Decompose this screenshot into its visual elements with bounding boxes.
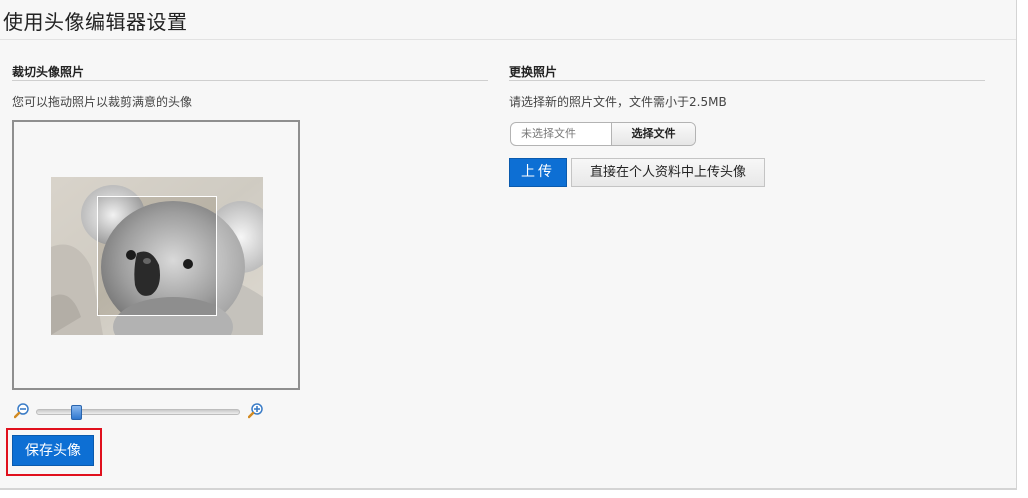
choose-file-button[interactable]: 选择文件 [611,123,695,145]
zoom-slider-track[interactable] [36,409,240,415]
page-title: 使用头像编辑器设置 [3,10,188,34]
title-divider [0,39,1016,40]
avatar-photo[interactable] [51,177,263,335]
replace-section-divider [509,80,985,81]
crop-section-divider [12,80,488,81]
crop-hint: 您可以拖动照片以裁剪满意的头像 [12,95,193,109]
file-picker[interactable]: 未选择文件 选择文件 [510,122,696,146]
crop-area[interactable] [12,120,300,390]
replace-hint: 请选择新的照片文件，文件需小于2.5MB [509,95,727,109]
zoom-out-icon[interactable] [13,403,30,419]
crop-selection-frame[interactable] [97,196,217,316]
zoom-slider-handle[interactable] [70,405,82,420]
zoom-in-icon[interactable] [247,403,264,419]
replace-section-title: 更换照片 [509,65,558,79]
save-avatar-button[interactable]: 保存头像 [12,435,94,466]
avatar-editor-panel: 使用头像编辑器设置 裁切头像照片 您可以拖动照片以裁剪满意的头像 保存头像 更换… [0,0,1017,490]
upload-button[interactable]: 上传 [509,158,567,187]
upload-from-profile-button[interactable]: 直接在个人资料中上传头像 [571,158,765,187]
file-status-text: 未选择文件 [521,127,576,140]
crop-section-title: 裁切头像照片 [12,65,85,79]
